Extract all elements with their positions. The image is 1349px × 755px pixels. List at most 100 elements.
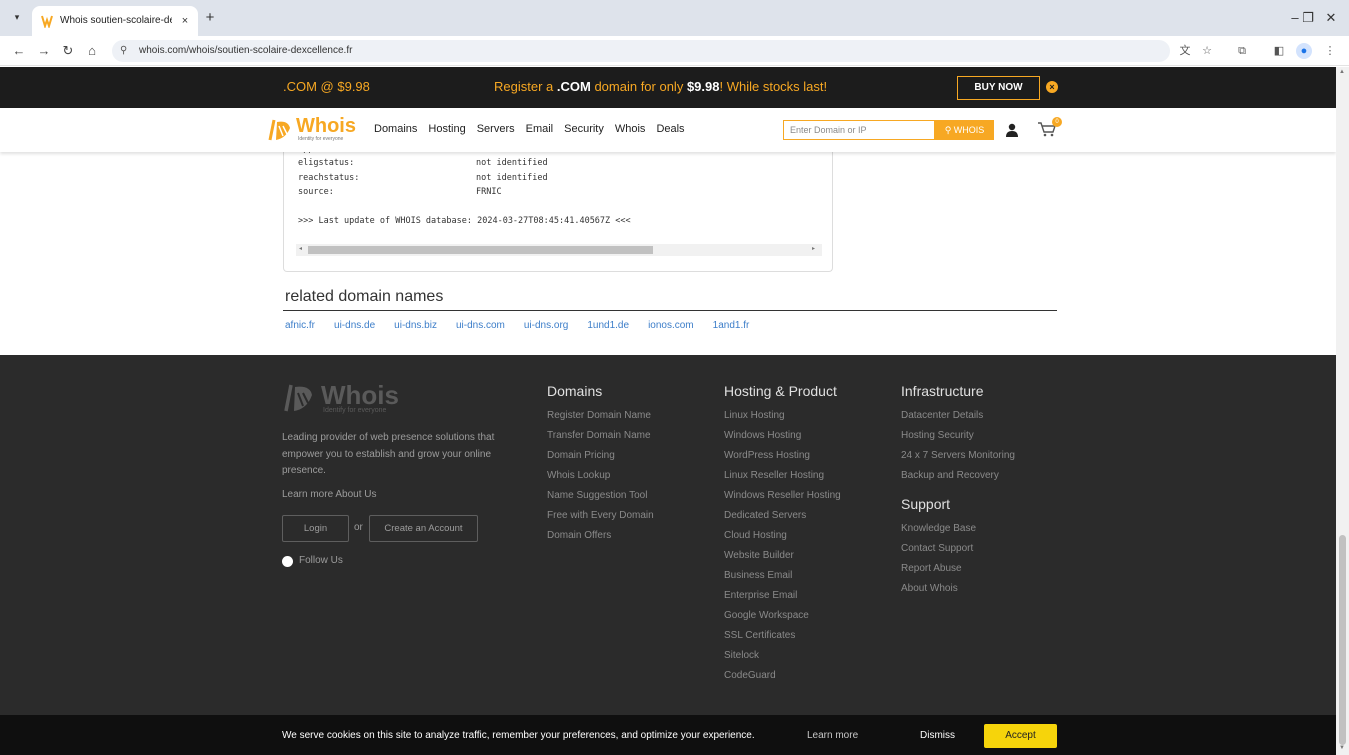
- page-scroll-thumb[interactable]: [1339, 535, 1346, 745]
- tab-close-icon[interactable]: ×: [178, 14, 192, 28]
- user-account-icon[interactable]: [1005, 123, 1019, 137]
- footer-link[interactable]: Domain Pricing: [547, 450, 615, 461]
- footer-link[interactable]: WordPress Hosting: [724, 450, 810, 461]
- related-domain-link[interactable]: 1und1.de: [587, 320, 629, 331]
- related-domain-link[interactable]: ui-dns.com: [456, 320, 505, 331]
- nav-deals[interactable]: Deals: [656, 123, 684, 135]
- nav-hosting[interactable]: Hosting: [428, 123, 465, 135]
- footer-link[interactable]: Transfer Domain Name: [547, 430, 651, 441]
- tab-search-chevron-icon[interactable]: ▾: [10, 10, 24, 24]
- main-nav: Domains Hosting Servers Email Security W…: [374, 123, 685, 135]
- or-label: or: [354, 522, 363, 533]
- url-text[interactable]: whois.com/whois/soutien-scolaire-dexcell…: [139, 44, 352, 58]
- back-icon[interactable]: ←: [10, 42, 28, 60]
- bookmark-star-icon[interactable]: ☆: [1199, 43, 1215, 59]
- reload-icon[interactable]: ↻: [59, 42, 77, 60]
- footer-logo-mark-icon: [284, 384, 312, 412]
- scroll-right-icon[interactable]: ▸: [812, 245, 815, 252]
- whois-search-button[interactable]: ⚲ WHOIS: [935, 120, 994, 140]
- nav-servers[interactable]: Servers: [477, 123, 515, 135]
- related-domains-title: related domain names: [285, 288, 444, 305]
- footer-link[interactable]: Knowledge Base: [901, 523, 976, 534]
- create-account-button[interactable]: Create an Account: [369, 515, 478, 542]
- nav-whois[interactable]: Whois: [615, 123, 646, 135]
- footer-link[interactable]: Google Workspace: [724, 610, 809, 621]
- footer-link[interactable]: Linux Reseller Hosting: [724, 470, 824, 481]
- follow-us-link[interactable]: Follow Us: [299, 555, 343, 566]
- related-domain-link[interactable]: ui-dns.org: [524, 320, 568, 331]
- footer-link[interactable]: Website Builder: [724, 550, 794, 561]
- nav-domains[interactable]: Domains: [374, 123, 417, 135]
- footer-link[interactable]: Backup and Recovery: [901, 470, 999, 481]
- translate-icon[interactable]: 文: [1177, 43, 1193, 59]
- buy-now-button[interactable]: BUY NOW: [957, 76, 1040, 100]
- footer-link[interactable]: SSL Certificates: [724, 630, 795, 641]
- footer-link[interactable]: Windows Reseller Hosting: [724, 490, 841, 501]
- footer-link[interactable]: About Whois: [901, 583, 958, 594]
- cookie-learn-more-link[interactable]: Learn more: [807, 730, 858, 741]
- horizontal-scroll-thumb[interactable]: [308, 246, 653, 254]
- footer-link[interactable]: Domain Offers: [547, 530, 611, 541]
- scroll-left-icon[interactable]: ◂: [299, 245, 302, 252]
- footer-link[interactable]: Cloud Hosting: [724, 530, 787, 541]
- cookie-accept-button[interactable]: Accept: [984, 724, 1057, 748]
- footer-link[interactable]: 24 x 7 Servers Monitoring: [901, 450, 1015, 461]
- footer-link[interactable]: Datacenter Details: [901, 410, 983, 421]
- footer-link[interactable]: Contact Support: [901, 543, 973, 554]
- whois-line: reachstatus: not identified: [298, 173, 548, 183]
- forward-icon[interactable]: →: [35, 42, 53, 60]
- footer-link[interactable]: Report Abuse: [901, 563, 962, 574]
- footer-link[interactable]: Hosting Security: [901, 430, 974, 441]
- footer-link[interactable]: Dedicated Servers: [724, 510, 806, 521]
- side-panel-icon[interactable]: ◧: [1271, 43, 1287, 59]
- divider: [283, 310, 1057, 311]
- footer-logo[interactable]: Whois Identify for everyone: [283, 380, 423, 414]
- home-icon[interactable]: ⌂: [83, 42, 101, 60]
- scroll-down-icon[interactable]: ▼: [1339, 745, 1346, 751]
- menu-kebab-icon[interactable]: ⋮: [1322, 43, 1338, 59]
- related-domain-link[interactable]: 1and1.fr: [713, 320, 750, 331]
- domain-search-input[interactable]: Enter Domain or IP: [783, 120, 935, 140]
- close-promo-icon[interactable]: ×: [1046, 81, 1058, 93]
- promo-text: Register a .COM domain for only $9.98! W…: [494, 79, 828, 94]
- related-domain-link[interactable]: ui-dns.biz: [394, 320, 437, 331]
- footer-link[interactable]: Linux Hosting: [724, 410, 785, 421]
- close-window-button[interactable]: ✕: [1321, 10, 1341, 26]
- footer-link[interactable]: Business Email: [724, 570, 792, 581]
- whois-logo[interactable]: Whois Identity for everyone: [268, 115, 358, 145]
- address-bar[interactable]: ⚲ whois.com/whois/soutien-scolaire-dexce…: [112, 40, 1170, 62]
- browser-tab[interactable]: Whois soutien-scolaire-dexcelle ×: [32, 6, 198, 36]
- page-scrollbar[interactable]: ▲ ▼: [1336, 67, 1349, 755]
- nav-security[interactable]: Security: [564, 123, 604, 135]
- extensions-icon[interactable]: ⧉: [1234, 43, 1250, 59]
- profile-avatar-icon[interactable]: ●: [1296, 43, 1312, 59]
- about-us-link[interactable]: Learn more About Us: [282, 489, 377, 500]
- login-button[interactable]: Login: [282, 515, 349, 542]
- related-domain-link[interactable]: ionos.com: [648, 320, 694, 331]
- footer-link[interactable]: Sitelock: [724, 650, 759, 661]
- promo-price: .COM @ $9.98: [283, 79, 370, 94]
- footer-link[interactable]: CodeGuard: [724, 670, 776, 681]
- footer-link[interactable]: Windows Hosting: [724, 430, 801, 441]
- footer-link[interactable]: Whois Lookup: [547, 470, 610, 481]
- restore-button[interactable]: ❐: [1298, 10, 1318, 26]
- whois-last-update: >>> Last update of WHOIS database: 2024-…: [298, 216, 631, 226]
- whois-line: source: FRNIC: [298, 187, 502, 197]
- footer-infrastructure-title: Infrastructure: [901, 383, 984, 399]
- whois-favicon-icon: [41, 15, 53, 28]
- scroll-up-icon[interactable]: ▲: [1339, 69, 1346, 75]
- site-info-icon[interactable]: ⚲: [120, 44, 127, 58]
- footer-link[interactable]: Enterprise Email: [724, 590, 797, 601]
- footer-description: Leading provider of web presence solutio…: [282, 432, 495, 476]
- footer-link[interactable]: Free with Every Domain: [547, 510, 654, 521]
- related-domain-link[interactable]: afnic.fr: [285, 320, 315, 331]
- new-tab-button[interactable]: +: [202, 10, 218, 26]
- nav-email[interactable]: Email: [526, 123, 554, 135]
- cookie-consent-bar: We serve cookies on this site to analyze…: [0, 715, 1336, 755]
- horizontal-scrollbar[interactable]: ◂ ▸: [296, 244, 822, 256]
- related-domain-link[interactable]: ui-dns.de: [334, 320, 375, 331]
- cookie-dismiss-button[interactable]: Dismiss: [920, 730, 955, 741]
- footer-link[interactable]: Register Domain Name: [547, 410, 651, 421]
- whois-logo-mark-icon: [268, 119, 290, 141]
- footer-link[interactable]: Name Suggestion Tool: [547, 490, 647, 501]
